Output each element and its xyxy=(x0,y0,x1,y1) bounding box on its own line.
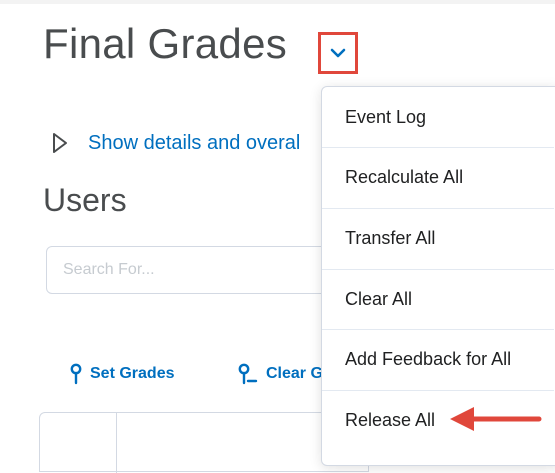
top-strip xyxy=(0,0,555,4)
grades-table xyxy=(39,412,369,473)
table-column-divider xyxy=(116,413,117,473)
menu-item-event-log[interactable]: Event Log xyxy=(322,87,554,147)
menu-item-transfer-all[interactable]: Transfer All xyxy=(322,208,554,268)
arrow-left-icon xyxy=(450,407,542,431)
page-title: Final Grades xyxy=(43,20,288,67)
chevron-down-icon xyxy=(330,48,346,58)
details-toggle-row[interactable]: Show details and overal xyxy=(50,126,300,160)
pin-minus-icon xyxy=(238,363,258,385)
pin-icon xyxy=(70,363,82,385)
clear-grades-button[interactable]: Clear G xyxy=(238,362,323,386)
menu-item-recalculate-all[interactable]: Recalculate All xyxy=(322,147,554,207)
clear-grades-label: Clear G xyxy=(266,365,323,382)
triangle-right-icon xyxy=(53,133,67,153)
menu-item-add-feedback-for-all[interactable]: Add Feedback for All xyxy=(322,329,554,389)
show-details-link[interactable]: Show details and overal xyxy=(88,132,300,155)
set-grades-label: Set Grades xyxy=(90,365,175,382)
search-input[interactable] xyxy=(46,246,346,294)
options-dropdown-button[interactable] xyxy=(318,32,358,74)
users-heading: Users xyxy=(43,182,127,218)
menu-item-clear-all[interactable]: Clear All xyxy=(322,269,554,329)
set-grades-button[interactable]: Set Grades xyxy=(70,362,174,386)
